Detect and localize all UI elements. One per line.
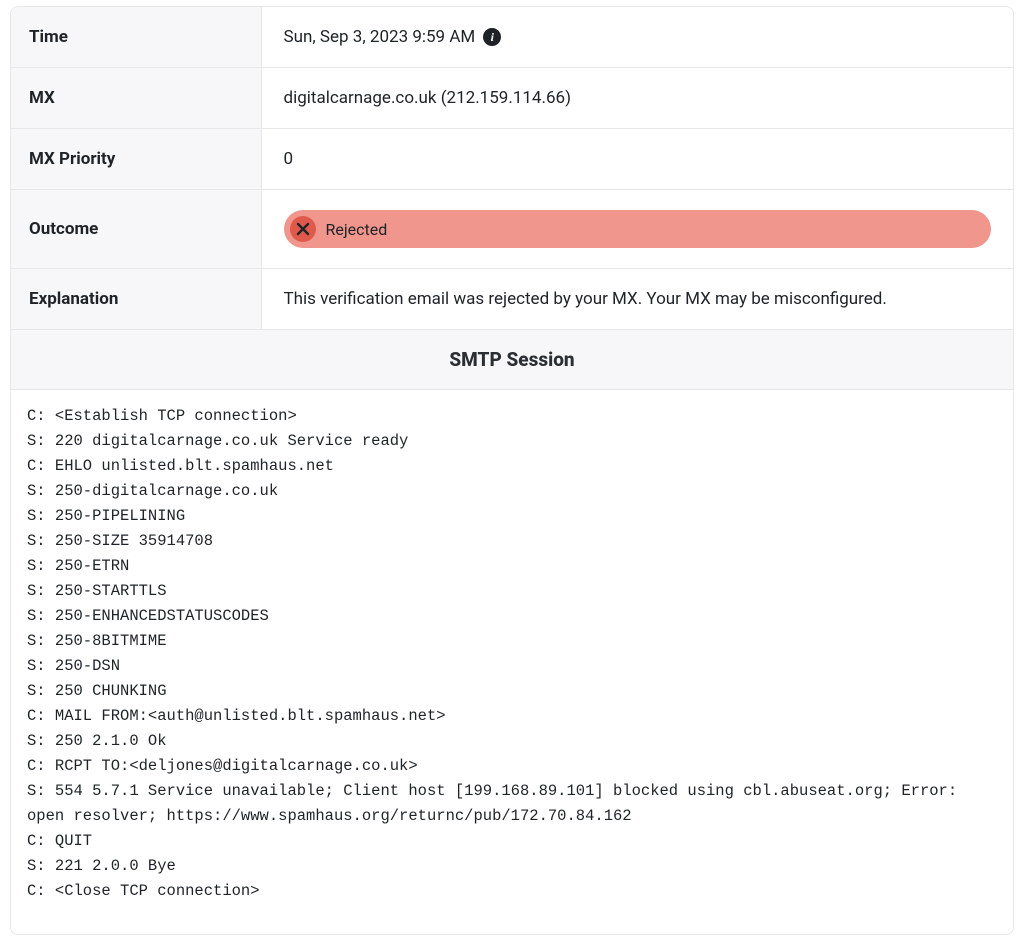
label-mx-priority: MX Priority bbox=[11, 129, 261, 190]
row-mx-priority: MX Priority 0 bbox=[11, 129, 1013, 190]
value-explanation: This verification email was rejected by … bbox=[261, 269, 1013, 330]
rejected-icon bbox=[290, 216, 316, 242]
label-explanation: Explanation bbox=[11, 269, 261, 330]
details-table: Time Sun, Sep 3, 2023 9:59 AM i MX digit… bbox=[11, 7, 1013, 330]
session-log: C: <Establish TCP connection> S: 220 dig… bbox=[27, 404, 997, 904]
info-icon[interactable]: i bbox=[483, 28, 501, 46]
row-explanation: Explanation This verification email was … bbox=[11, 269, 1013, 330]
value-time: Sun, Sep 3, 2023 9:59 AM bbox=[284, 27, 476, 47]
label-time: Time bbox=[11, 7, 261, 68]
value-mx-priority: 0 bbox=[261, 129, 1013, 190]
row-mx: MX digitalcarnage.co.uk (212.159.114.66) bbox=[11, 68, 1013, 129]
status-label: Rejected bbox=[326, 220, 388, 239]
session-body: C: <Establish TCP connection> S: 220 dig… bbox=[11, 390, 1013, 934]
label-outcome: Outcome bbox=[11, 190, 261, 269]
session-title: SMTP Session bbox=[11, 330, 1013, 390]
row-time: Time Sun, Sep 3, 2023 9:59 AM i bbox=[11, 7, 1013, 68]
value-outcome-cell: Rejected bbox=[261, 190, 1013, 269]
value-mx: digitalcarnage.co.uk (212.159.114.66) bbox=[261, 68, 1013, 129]
value-time-cell: Sun, Sep 3, 2023 9:59 AM i bbox=[261, 7, 1013, 68]
verification-panel: Time Sun, Sep 3, 2023 9:59 AM i MX digit… bbox=[10, 6, 1014, 935]
row-outcome: Outcome Rejected bbox=[11, 190, 1013, 269]
time-value-wrap: Sun, Sep 3, 2023 9:59 AM i bbox=[284, 27, 992, 47]
status-badge: Rejected bbox=[284, 210, 992, 248]
label-mx: MX bbox=[11, 68, 261, 129]
